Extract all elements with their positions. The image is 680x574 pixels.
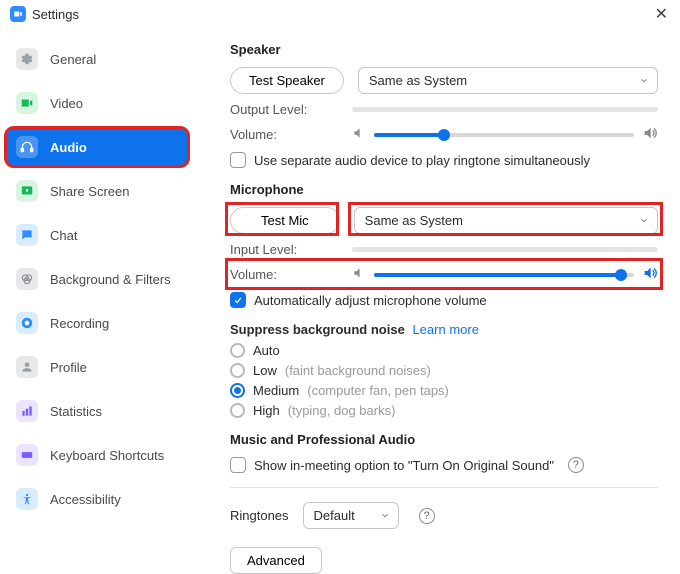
input-level-meter <box>352 247 658 252</box>
separate-ringtone-checkbox[interactable] <box>230 152 246 168</box>
test-speaker-label: Test Speaker <box>249 73 325 88</box>
suppress-low-radio[interactable] <box>230 363 245 378</box>
ringtones-value: Default <box>314 508 355 523</box>
suppress-medium-hint: (computer fan, pen taps) <box>307 383 449 398</box>
statistics-icon <box>16 400 38 422</box>
chat-icon <box>16 224 38 246</box>
microphone-heading: Microphone <box>230 182 658 197</box>
suppress-medium-radio[interactable] <box>230 383 245 398</box>
sidebar-item-label: Accessibility <box>50 492 121 507</box>
suppress-low-label: Low <box>253 363 277 378</box>
share-icon <box>16 180 38 202</box>
suppress-medium-label: Medium <box>253 383 299 398</box>
sidebar-item-label: Chat <box>50 228 77 243</box>
sidebar-item-statistics[interactable]: Statistics <box>6 392 188 430</box>
ringtones-select[interactable]: Default <box>303 502 399 529</box>
suppress-high-hint: (typing, dog barks) <box>288 403 396 418</box>
input-level-label: Input Level: <box>230 242 338 257</box>
output-level-label: Output Level: <box>230 102 338 117</box>
close-icon[interactable]: ✕ <box>651 4 672 24</box>
sidebar-item-label: Share Screen <box>50 184 130 199</box>
suppress-heading: Suppress background noise <box>230 322 405 337</box>
keyboard-icon <box>16 444 38 466</box>
speaker-volume-slider[interactable] <box>374 133 634 137</box>
sidebar-item-label: Statistics <box>50 404 102 419</box>
sidebar-item-keyboard[interactable]: Keyboard Shortcuts <box>6 436 188 474</box>
volume-low-icon <box>352 266 366 283</box>
volume-high-icon <box>642 265 658 284</box>
sidebar-item-label: Keyboard Shortcuts <box>50 448 164 463</box>
sidebar-item-label: Background & Filters <box>50 272 171 287</box>
main-panel: Speaker Test Speaker Same as System Outp… <box>194 26 680 563</box>
sidebar-item-label: Profile <box>50 360 87 375</box>
sidebar-item-label: General <box>50 52 96 67</box>
speaker-heading: Speaker <box>230 42 658 57</box>
sidebar-item-recording[interactable]: Recording <box>6 304 188 342</box>
profile-icon <box>16 356 38 378</box>
output-level-meter <box>352 107 658 112</box>
sidebar-item-label: Video <box>50 96 83 111</box>
suppress-auto-label: Auto <box>253 343 280 358</box>
separate-ringtone-label: Use separate audio device to play ringto… <box>254 153 590 168</box>
recording-icon <box>16 312 38 334</box>
chevron-down-icon <box>639 73 649 88</box>
mic-volume-label: Volume: <box>230 267 338 282</box>
speaker-device-select[interactable]: Same as System <box>358 67 658 94</box>
sidebar-item-audio[interactable]: Audio <box>6 128 188 166</box>
speaker-volume-label: Volume: <box>230 127 338 142</box>
auto-adjust-mic-checkbox[interactable] <box>230 292 246 308</box>
titlebar: Settings ✕ <box>0 0 680 26</box>
sidebar-item-label: Audio <box>50 140 87 155</box>
original-sound-label: Show in-meeting option to "Turn On Origi… <box>254 458 554 473</box>
separator <box>230 487 658 488</box>
sidebar-item-background[interactable]: Background & Filters <box>6 260 188 298</box>
help-icon[interactable]: ? <box>419 508 435 524</box>
app-icon <box>10 6 26 22</box>
window-title: Settings <box>32 7 79 22</box>
auto-adjust-mic-label: Automatically adjust microphone volume <box>254 293 487 308</box>
sidebar-item-profile[interactable]: Profile <box>6 348 188 386</box>
mic-device-select[interactable]: Same as System <box>354 207 658 234</box>
volume-low-icon <box>352 126 366 143</box>
headphones-icon <box>16 136 38 158</box>
help-icon[interactable]: ? <box>568 457 584 473</box>
sidebar-item-share-screen[interactable]: Share Screen <box>6 172 188 210</box>
filters-icon <box>16 268 38 290</box>
speaker-device-value: Same as System <box>369 73 467 88</box>
suppress-auto-radio[interactable] <box>230 343 245 358</box>
mic-volume-slider[interactable] <box>374 273 634 277</box>
gear-icon <box>16 48 38 70</box>
sidebar-item-chat[interactable]: Chat <box>6 216 188 254</box>
sidebar-item-general[interactable]: General <box>6 40 188 78</box>
sidebar-item-video[interactable]: Video <box>6 84 188 122</box>
music-pro-heading: Music and Professional Audio <box>230 432 658 447</box>
test-speaker-button[interactable]: Test Speaker <box>230 67 344 94</box>
video-icon <box>16 92 38 114</box>
sidebar: General Video Audio Share Screen Chat Ba… <box>0 26 194 563</box>
original-sound-checkbox[interactable] <box>230 457 246 473</box>
test-mic-button[interactable]: Test Mic <box>230 207 340 234</box>
accessibility-icon <box>16 488 38 510</box>
suppress-high-radio[interactable] <box>230 403 245 418</box>
chevron-down-icon <box>380 508 390 523</box>
suppress-high-label: High <box>253 403 280 418</box>
mic-device-value: Same as System <box>365 213 463 228</box>
suppress-low-hint: (faint background noises) <box>285 363 431 378</box>
test-mic-label: Test Mic <box>261 213 309 228</box>
sidebar-item-label: Recording <box>50 316 109 331</box>
suppress-learn-more-link[interactable]: Learn more <box>412 322 478 337</box>
volume-high-icon <box>642 125 658 144</box>
ringtones-label: Ringtones <box>230 508 289 523</box>
chevron-down-icon <box>639 213 649 228</box>
sidebar-item-accessibility[interactable]: Accessibility <box>6 480 188 518</box>
